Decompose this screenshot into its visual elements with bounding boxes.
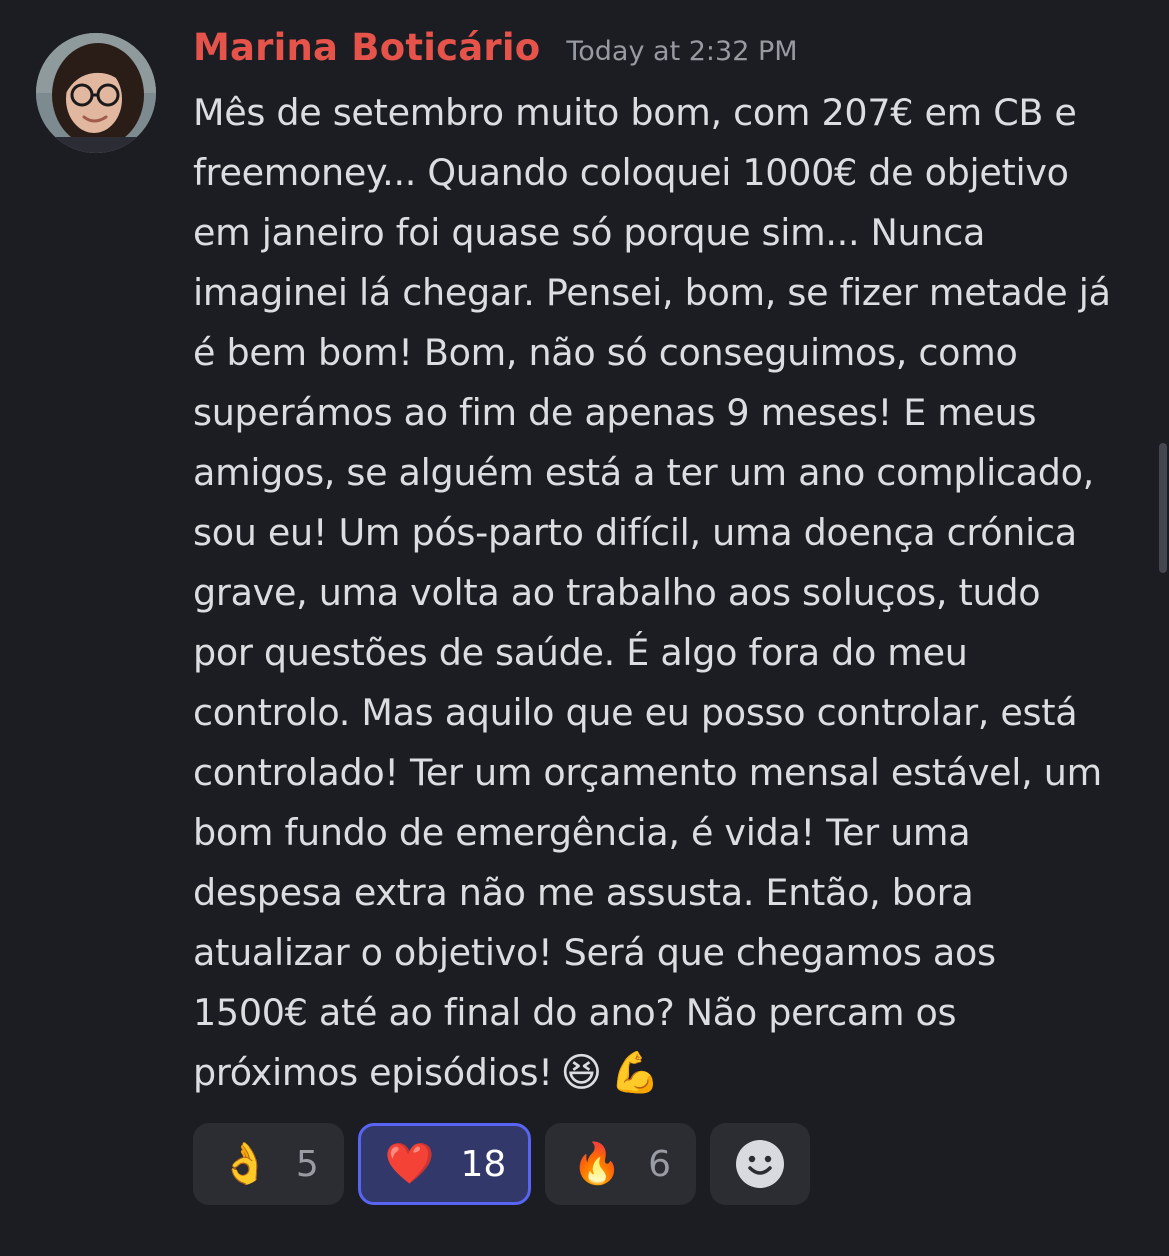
reaction-fire[interactable]: 🔥 6 <box>545 1123 697 1205</box>
message-line: amigos, se alguém está a ter um ano comp… <box>193 451 1094 494</box>
reaction-count: 6 <box>648 1143 672 1185</box>
ok-hand-emoji-icon: 👌 <box>220 1141 270 1187</box>
reaction-count: 5 <box>295 1143 319 1185</box>
add-reaction-button[interactable] <box>710 1123 811 1205</box>
message-line: bom fundo de emergência, é vida! Ter uma <box>193 811 971 854</box>
grinning-squinting-emoji-icon: 😆 <box>560 1050 603 1096</box>
message-line: controlado! Ter um orçamento mensal está… <box>193 751 1102 794</box>
message-content: Mês de setembro muito bom, com 207€ em C… <box>193 83 1153 1103</box>
avatar[interactable] <box>36 33 156 153</box>
message-line: Mês de setembro muito bom, com 207€ em C… <box>193 91 1077 134</box>
message-line: é bem bom! Bom, não só conseguimos, como <box>193 331 1018 374</box>
message-line: controlo. Mas aquilo que eu posso contro… <box>193 691 1078 734</box>
reaction-ok-hand[interactable]: 👌 5 <box>193 1123 344 1205</box>
message-line: despesa extra não me assusta. Então, bor… <box>193 871 974 914</box>
red-heart-emoji-icon: ❤️ <box>384 1141 435 1187</box>
reaction-heart[interactable]: ❤️ 18 <box>357 1123 532 1205</box>
reactions-bar: 👌 5 ❤️ 18 🔥 6 <box>193 1123 811 1205</box>
smiley-face-icon <box>736 1140 785 1188</box>
message-line: freemoney... Quando coloquei 1000€ de ob… <box>193 151 1069 194</box>
message-line: por questões de saúde. É algo fora do me… <box>193 631 968 674</box>
timestamp: Today at 2:32 PM <box>566 36 798 67</box>
message-line: em janeiro foi quase só porque sim... Nu… <box>193 211 986 254</box>
fire-emoji-icon: 🔥 <box>572 1141 623 1187</box>
flexed-biceps-emoji-icon: 💪 <box>609 1050 660 1096</box>
avatar-image <box>36 33 156 153</box>
message-line: 1500€ até ao final do ano? Não percam os <box>193 991 957 1034</box>
scrollbar-thumb[interactable] <box>1159 443 1167 573</box>
message-last-line: próximos episódios! 😆 💪 <box>193 1043 1153 1103</box>
chat-message: Marina Boticário Today at 2:32 PM Mês de… <box>0 0 1169 1256</box>
message-line: próximos episódios! <box>193 1051 553 1094</box>
username[interactable]: Marina Boticário <box>193 26 540 69</box>
reaction-count: 18 <box>460 1143 507 1185</box>
message-line: superámos ao fim de apenas 9 meses! E me… <box>193 391 1037 434</box>
message-line: imaginei lá chegar. Pensei, bom, se fize… <box>193 271 1111 314</box>
message-line: grave, uma volta ao trabalho aos soluços… <box>193 571 1041 614</box>
message-header: Marina Boticário Today at 2:32 PM <box>193 26 798 82</box>
message-line: atualizar o objetivo! Será que chegamos … <box>193 931 996 974</box>
message-line: sou eu! Um pós-parto difícil, uma doença… <box>193 511 1077 554</box>
